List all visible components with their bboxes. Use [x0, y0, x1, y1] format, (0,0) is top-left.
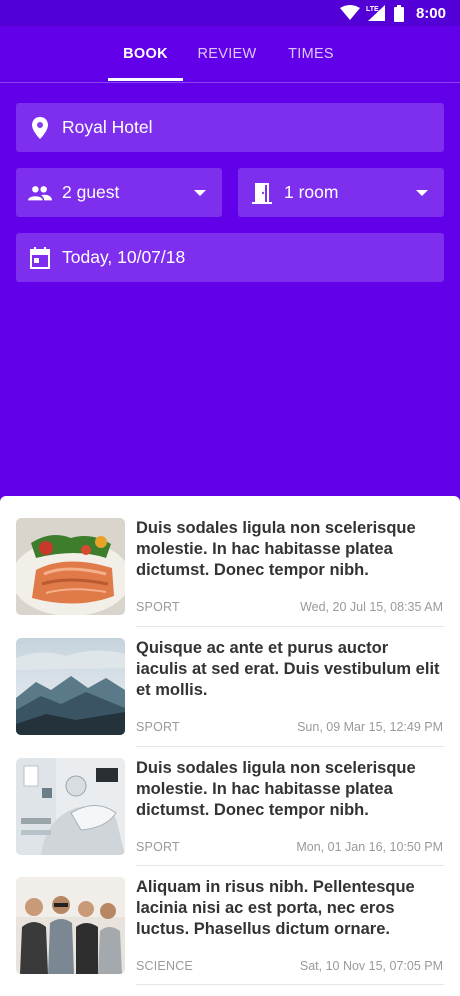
- divider: [136, 984, 444, 985]
- tab-book[interactable]: BOOK: [108, 26, 183, 82]
- list-item[interactable]: Duis sodales ligula non scelerisque mole…: [16, 496, 444, 615]
- list-item[interactable]: Aliquam in risus nibh. Pellentesque laci…: [16, 855, 444, 974]
- article-date: Mon, 01 Jan 16, 10:50 PM: [296, 840, 443, 854]
- article-title: Duis sodales ligula non scelerisque mole…: [136, 519, 416, 579]
- list-item[interactable]: Duis sodales ligula non scelerisque mole…: [16, 736, 444, 855]
- guests-value: 2 guest: [62, 182, 120, 202]
- article-thumbnail: [16, 638, 125, 735]
- article-title: Aliquam in risus nibh. Pellentesque laci…: [136, 878, 415, 938]
- tab-bar: BOOK REVIEW TIMES: [0, 26, 460, 83]
- network-type-label: LTE: [366, 6, 379, 13]
- article-date: Sat, 10 Nov 15, 07:05 PM: [299, 959, 443, 973]
- article-category: SCIENCE: [136, 959, 193, 973]
- articles-sheet: Duis sodales ligula non scelerisque mole…: [0, 496, 460, 996]
- article-thumbnail: [16, 877, 125, 974]
- date-value: Today, 10/07/18: [62, 247, 186, 267]
- article-date: Sun, 09 Mar 15, 12:49 PM: [297, 720, 443, 734]
- location-field[interactable]: Royal Hotel: [16, 103, 444, 152]
- status-icons: LTE 8:00: [339, 3, 446, 23]
- chevron-down-icon: [416, 189, 428, 196]
- chevron-down-icon: [194, 189, 206, 196]
- article-category: SPORT: [136, 840, 180, 854]
- article-category: SPORT: [136, 720, 180, 734]
- article-thumbnail: [16, 518, 125, 615]
- rooms-dropdown[interactable]: 1 room: [238, 168, 444, 217]
- battery-icon: [393, 4, 404, 22]
- article-date: Wed, 20 Jul 15, 08:35 AM: [300, 600, 443, 614]
- tab-review[interactable]: REVIEW: [190, 26, 264, 82]
- article-category: SPORT: [136, 600, 180, 614]
- active-tab-indicator: [108, 78, 183, 81]
- location-pin-icon: [28, 116, 52, 140]
- location-value: Royal Hotel: [62, 117, 153, 137]
- tab-times[interactable]: TIMES: [276, 26, 346, 82]
- status-bar: LTE 8:00: [0, 0, 460, 26]
- date-field[interactable]: Today, 10/07/18: [16, 233, 444, 282]
- article-thumbnail: [16, 758, 125, 855]
- people-icon: [28, 181, 52, 205]
- guests-dropdown[interactable]: 2 guest: [16, 168, 222, 217]
- calendar-icon: [28, 246, 52, 270]
- door-icon: [250, 181, 274, 205]
- wifi-icon: [339, 5, 360, 20]
- article-title: Duis sodales ligula non scelerisque mole…: [136, 759, 416, 819]
- article-title: Quisque ac ante et purus auctor iaculis …: [136, 639, 440, 699]
- rooms-value: 1 room: [284, 182, 339, 202]
- list-item[interactable]: Quisque ac ante et purus auctor iaculis …: [16, 616, 444, 735]
- clock: 8:00: [415, 4, 446, 22]
- signal-icon: LTE: [366, 5, 385, 21]
